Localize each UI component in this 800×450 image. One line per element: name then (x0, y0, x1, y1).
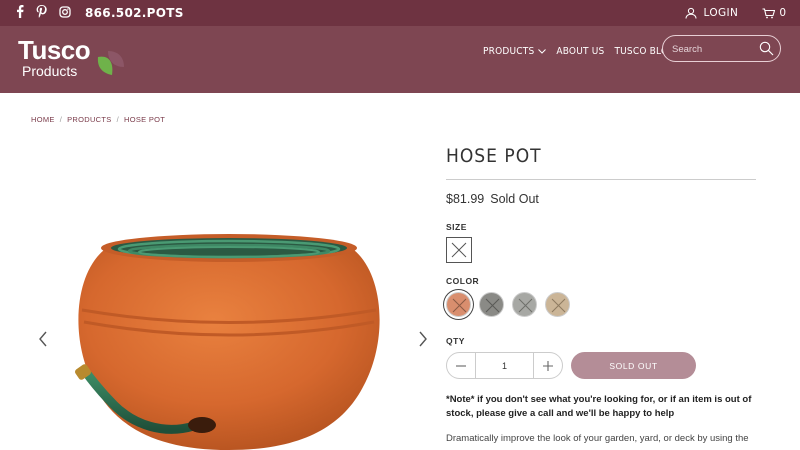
color-swatch-sand[interactable] (545, 292, 570, 317)
product-title: HOSE POT (446, 145, 542, 167)
size-label: SIZE (446, 222, 467, 232)
cart-icon (762, 7, 776, 18)
nav-products-label: PRODUCTS (483, 45, 535, 57)
logo-sub: Products (22, 63, 78, 79)
quantity-stepper: 1 (446, 352, 563, 379)
quantity-input[interactable]: 1 (475, 353, 534, 378)
leaf-icon (97, 51, 124, 75)
size-option[interactable] (446, 237, 472, 263)
facebook-icon[interactable] (16, 5, 24, 21)
color-swatch-terracotta[interactable] (446, 292, 471, 317)
top-bar: 866.502.POTS LOGIN 0 (0, 0, 800, 26)
chevron-left-icon[interactable] (36, 329, 50, 349)
breadcrumb-home[interactable]: HOME (31, 115, 55, 124)
color-swatches (446, 292, 570, 317)
account-links: LOGIN 0 (685, 0, 786, 26)
login-link[interactable]: LOGIN (685, 7, 738, 19)
hose-pot-image (75, 234, 380, 450)
color-label: COLOR (446, 276, 480, 286)
breadcrumb: HOME / PRODUCTS / HOSE POT (31, 115, 165, 124)
search-box (662, 35, 781, 62)
social-links: 866.502.POTS (16, 0, 184, 26)
nav-products[interactable]: PRODUCTS (483, 45, 547, 57)
breadcrumb-current: HOSE POT (123, 115, 166, 124)
site-logo[interactable]: Tusco Products (18, 35, 124, 79)
product-gallery (30, 140, 435, 450)
title-divider (446, 179, 756, 180)
plus-icon (543, 360, 553, 371)
qty-label: QTY (446, 336, 465, 346)
stock-note: *Note* if you don't see what you're look… (446, 394, 752, 419)
cart-link[interactable]: 0 (762, 7, 786, 19)
color-swatch-stone[interactable] (512, 292, 537, 317)
nav-about-us[interactable]: ABOUT US (556, 46, 604, 57)
breadcrumb-separator: / (116, 115, 119, 124)
instagram-icon[interactable] (59, 5, 71, 21)
sold-out-button[interactable]: SOLD OUT (571, 352, 696, 379)
pinterest-icon[interactable] (36, 5, 47, 21)
logo-brand: Tusco (18, 35, 91, 65)
product-description: Dramatically improve the look of your ga… (446, 433, 749, 444)
search-icon[interactable] (759, 41, 774, 56)
main-nav: PRODUCTS ABOUT US TUSCO BLOGS (483, 42, 681, 60)
unavailable-cross-icon (451, 242, 467, 258)
breadcrumb-separator: / (59, 115, 63, 124)
login-label: LOGIN (703, 7, 739, 19)
decrease-qty-button[interactable] (447, 353, 475, 378)
availability-status: Sold Out (490, 192, 539, 206)
cart-count: 0 (779, 7, 786, 19)
user-icon (685, 7, 697, 19)
search-input[interactable] (672, 41, 758, 57)
chevron-down-icon (538, 48, 547, 54)
chevron-right-icon[interactable] (416, 329, 430, 349)
phone-number[interactable]: 866.502.POTS (85, 6, 184, 20)
price-row: $81.99 Sold Out (446, 192, 539, 206)
breadcrumb-products[interactable]: PRODUCTS (67, 115, 112, 124)
product-price: $81.99 (446, 192, 485, 206)
minus-icon (456, 364, 466, 367)
color-swatch-gray[interactable] (479, 292, 504, 317)
increase-qty-button[interactable] (534, 353, 562, 378)
main-header: Tusco Products PRODUCTS ABOUT US TUSCO B… (0, 26, 800, 93)
nav-about-label: ABOUT US (556, 45, 605, 57)
